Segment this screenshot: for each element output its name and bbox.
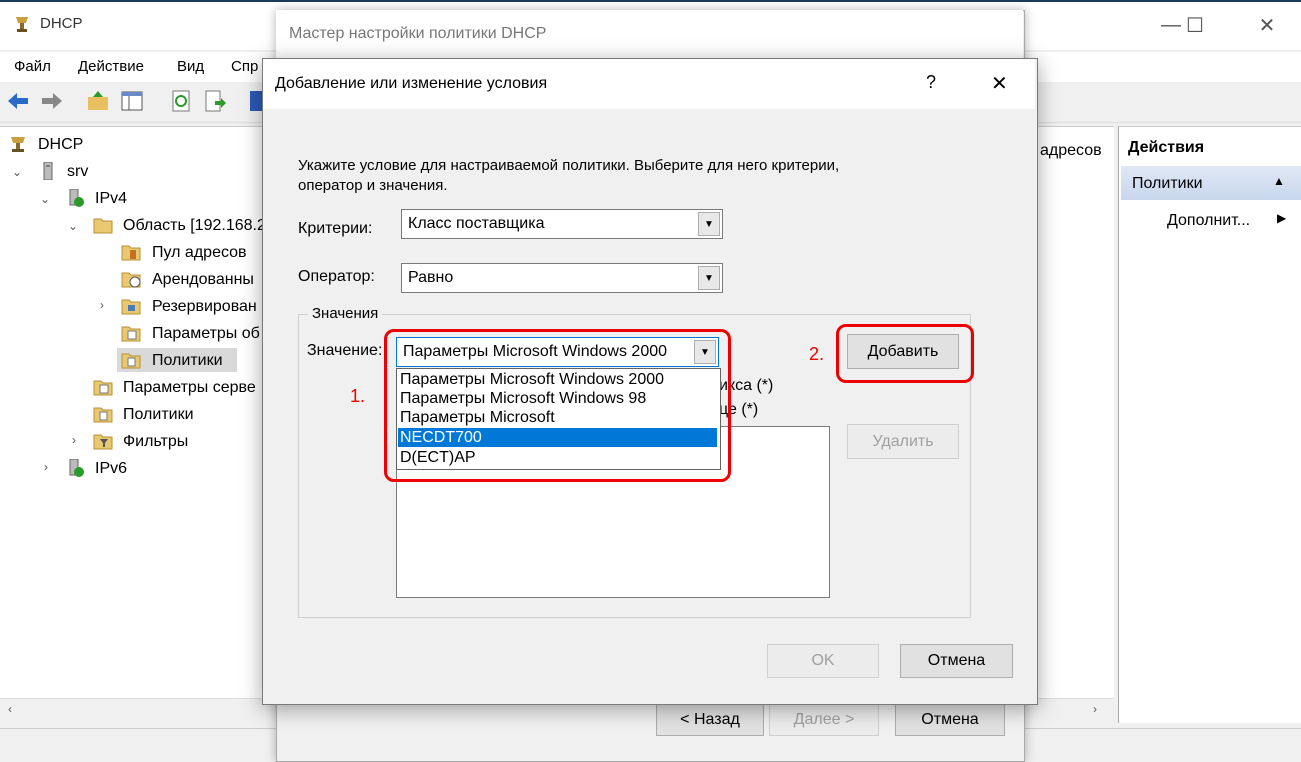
- address-pool-icon: [121, 245, 141, 261]
- instruction-text-2: оператор и значения.: [298, 177, 448, 194]
- chevron-down-icon[interactable]: ⌄: [12, 165, 22, 179]
- details-pane: [1036, 126, 1114, 699]
- close-button[interactable]: ✕: [1244, 2, 1290, 48]
- tree-node-scope-options[interactable]: Параметры об: [152, 325, 260, 343]
- actions-more-item[interactable]: Дополнит...: [1167, 212, 1250, 230]
- tree-node-filters[interactable]: Фильтры: [123, 433, 188, 451]
- main-window-title: DHCP: [40, 15, 83, 32]
- up-folder-icon[interactable]: [86, 89, 110, 113]
- tree-node-srv[interactable]: srv: [67, 163, 88, 181]
- tree-node-scope[interactable]: Область [192.168.2: [123, 217, 266, 235]
- tree-node-scope-policies[interactable]: Политики: [152, 352, 223, 370]
- dhcp-icon: [11, 137, 25, 152]
- actions-header: Действия: [1128, 139, 1205, 156]
- ipv6-icon: [69, 459, 84, 477]
- ok-button[interactable]: OK: [767, 644, 879, 678]
- wizard-back-button[interactable]: < Назад: [656, 704, 764, 736]
- maximize-button[interactable]: ☐: [1172, 2, 1218, 48]
- server-options-icon: [93, 380, 113, 396]
- annotation-step2: 2.: [809, 344, 825, 364]
- submenu-arrow-icon: ▶: [1277, 211, 1287, 225]
- reservations-icon: [121, 299, 141, 315]
- tree-node-dhcp[interactable]: DHCP: [38, 136, 83, 154]
- dialog-close-icon[interactable]: ✕: [991, 71, 1008, 96]
- annotation-box-step1: [384, 329, 731, 482]
- operator-label: Оператор:: [298, 268, 375, 285]
- help-icon[interactable]: ?: [926, 72, 936, 93]
- chevron-right-icon[interactable]: ›: [44, 460, 48, 474]
- criteria-value: Класс поставщика: [408, 215, 545, 232]
- annotation-step1: 1.: [350, 386, 366, 406]
- dhcp-app-icon: [16, 17, 28, 32]
- actions-section-label: Политики: [1132, 175, 1203, 192]
- menu-view[interactable]: Вид: [177, 58, 204, 75]
- chevron-down-icon[interactable]: ▼: [698, 212, 720, 236]
- tree-node-server-policies[interactable]: Политики: [123, 406, 194, 424]
- wizard-next-button[interactable]: Далее >: [769, 704, 879, 736]
- chevron-down-icon[interactable]: ⌄: [40, 192, 50, 206]
- chevron-down-icon[interactable]: ▼: [698, 266, 720, 290]
- tree-node-ipv4[interactable]: IPv4: [95, 190, 127, 208]
- refresh-icon[interactable]: [170, 89, 194, 113]
- tree-node-ipv6[interactable]: IPv6: [95, 460, 127, 478]
- wizard-cancel-button[interactable]: Отмена: [895, 704, 1005, 736]
- tree-node-leases[interactable]: Арендованны: [152, 271, 254, 289]
- policies-icon: [93, 407, 113, 423]
- scroll-right-icon[interactable]: ›: [1093, 702, 1097, 716]
- values-group-label: Значения: [308, 305, 383, 322]
- dialog-title: Добавление или изменение условия: [275, 75, 548, 92]
- annotation-box-step2: [836, 324, 974, 383]
- cancel-button[interactable]: Отмена: [900, 644, 1013, 678]
- operator-value: Равно: [408, 269, 454, 286]
- instruction-text-1: Укажите условие для настраиваемой полити…: [298, 157, 840, 174]
- ipv4-icon: [69, 189, 84, 207]
- menu-action[interactable]: Действие: [78, 58, 144, 75]
- forward-arrow-icon[interactable]: [40, 89, 64, 113]
- leases-icon: [121, 272, 141, 288]
- criteria-combobox[interactable]: Класс поставщика ▼: [401, 209, 723, 239]
- tree-node-reservations[interactable]: Резервирован: [152, 298, 257, 316]
- operator-combobox[interactable]: Равно ▼: [401, 263, 723, 293]
- details-column-fragment: адресов: [1040, 142, 1102, 159]
- remove-button[interactable]: Удалить: [847, 424, 959, 459]
- chevron-right-icon[interactable]: ›: [72, 433, 76, 447]
- menu-file[interactable]: Файл: [14, 58, 51, 75]
- export-list-icon[interactable]: [203, 89, 227, 113]
- value-label: Значение:: [307, 342, 383, 359]
- menu-help[interactable]: Спр: [231, 58, 258, 75]
- collapse-up-icon[interactable]: ▲: [1273, 174, 1285, 188]
- tree-node-server-options[interactable]: Параметры серве: [123, 379, 256, 397]
- scope-options-icon: [121, 326, 141, 342]
- wizard-title: Мастер настройки политики DHCP: [289, 25, 547, 42]
- policies-icon: [121, 353, 141, 369]
- criteria-label: Критерии:: [298, 220, 373, 237]
- chevron-right-icon[interactable]: ›: [100, 298, 104, 312]
- filters-icon: [93, 434, 113, 450]
- show-hide-tree-icon[interactable]: [120, 89, 144, 113]
- folder-icon: [93, 218, 113, 234]
- server-icon: [43, 162, 53, 180]
- chevron-down-icon[interactable]: ⌄: [68, 219, 78, 233]
- tree-node-address-pool[interactable]: Пул адресов: [152, 244, 247, 262]
- scroll-left-icon[interactable]: ‹: [8, 702, 12, 716]
- back-arrow-icon[interactable]: [6, 89, 30, 113]
